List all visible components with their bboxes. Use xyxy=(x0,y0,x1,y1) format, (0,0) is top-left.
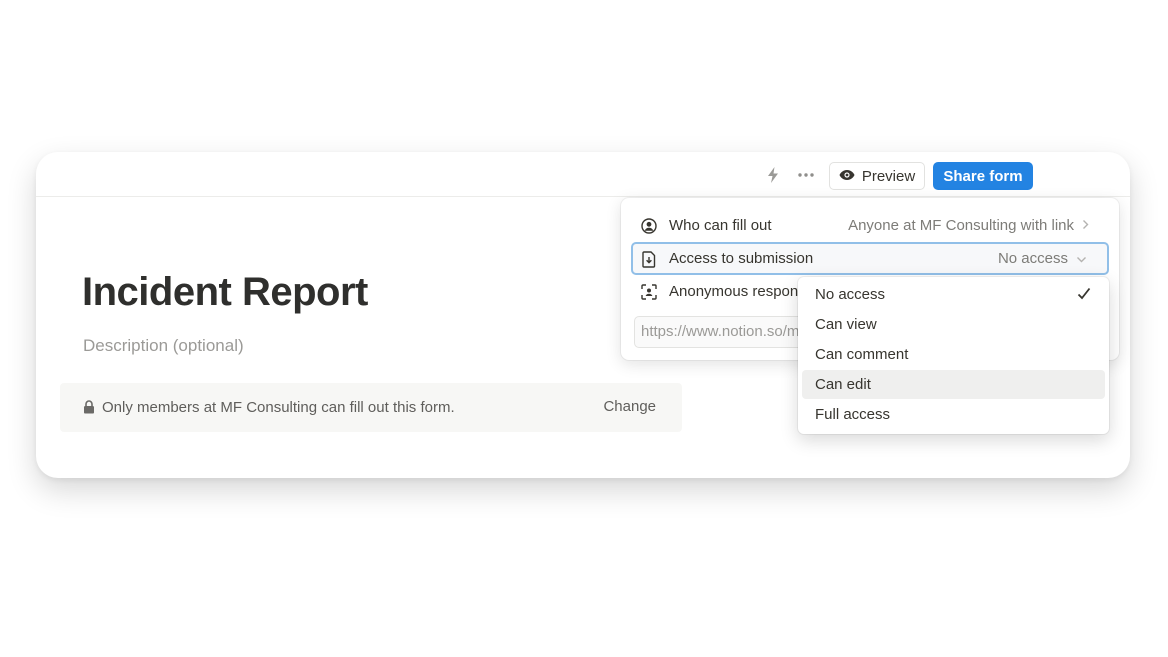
eye-icon xyxy=(839,168,855,185)
option-full-access[interactable]: Full access xyxy=(802,400,1105,429)
change-button[interactable]: Change xyxy=(603,398,656,415)
checkmark-icon xyxy=(1077,286,1091,302)
description-input[interactable]: Description (optional) xyxy=(83,336,244,356)
lock-icon xyxy=(83,400,95,414)
top-toolbar: Preview Share form xyxy=(36,152,1130,197)
option-can-edit[interactable]: Can edit xyxy=(802,370,1105,399)
preview-button[interactable]: Preview xyxy=(829,162,925,190)
option-label: Can edit xyxy=(815,376,871,393)
who-can-fill-out-row[interactable]: Who can fill out Anyone at MF Consulting… xyxy=(631,209,1109,242)
preview-label: Preview xyxy=(861,167,916,185)
option-label: Can view xyxy=(815,316,877,333)
access-to-submission-label: Access to submission xyxy=(669,250,814,267)
share-form-button[interactable]: Share form xyxy=(933,162,1033,190)
option-can-view[interactable]: Can view xyxy=(802,310,1105,339)
option-no-access[interactable]: No access xyxy=(802,280,1105,309)
notice-text: Only members at MF Consulting can fill o… xyxy=(102,399,455,416)
option-label: Full access xyxy=(815,406,891,423)
chevron-down-icon xyxy=(1076,250,1087,267)
access-to-submission-row[interactable]: Access to submission No access xyxy=(631,242,1109,275)
face-scan-icon xyxy=(641,284,657,300)
more-icon[interactable] xyxy=(796,165,816,185)
option-label: Can comment xyxy=(815,346,909,363)
anonymous-responses-label: Anonymous respon xyxy=(669,283,799,300)
access-value-text: No access xyxy=(997,250,1068,267)
access-to-submission-value: No access xyxy=(998,250,1087,267)
page-title[interactable]: Incident Report xyxy=(82,270,368,315)
access-dropdown: No access Can view Can comment Can edit … xyxy=(798,277,1109,434)
document-download-icon xyxy=(642,251,658,268)
who-can-fill-out-label: Who can fill out xyxy=(669,217,772,234)
permission-notice: Only members at MF Consulting can fill o… xyxy=(60,383,682,432)
chevron-right-icon xyxy=(1082,217,1089,234)
option-can-comment[interactable]: Can comment xyxy=(802,340,1105,369)
option-label: No access xyxy=(815,286,886,303)
who-value-text: Anyone at MF Consulting with link xyxy=(848,217,1074,234)
bolt-icon[interactable] xyxy=(763,165,783,185)
user-circle-icon xyxy=(641,218,657,234)
who-can-fill-out-value: Anyone at MF Consulting with link xyxy=(848,217,1089,234)
